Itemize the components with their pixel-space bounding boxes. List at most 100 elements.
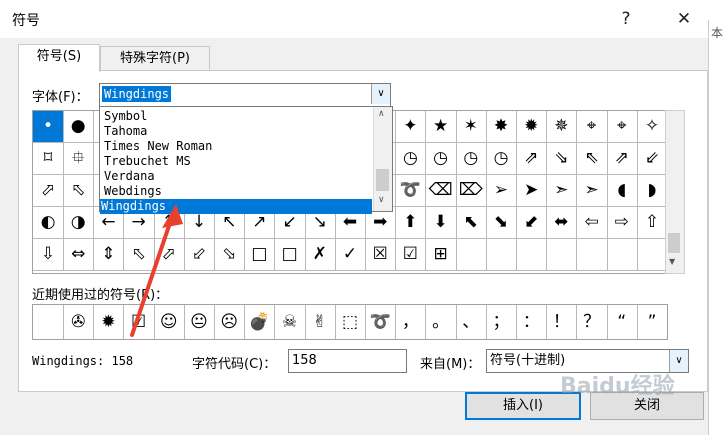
symbol-cell[interactable]: ➢ bbox=[486, 175, 517, 207]
symbol-cell[interactable]: ◷ bbox=[425, 143, 457, 175]
symbol-cell[interactable] bbox=[576, 239, 608, 271]
symbol-cell[interactable]: ⇗ bbox=[606, 143, 638, 175]
symbol-cell[interactable] bbox=[455, 239, 487, 271]
symbol-cell[interactable]: ⇕ bbox=[93, 239, 125, 271]
recent-symbol-cell[interactable]: “ bbox=[607, 305, 638, 339]
tab-symbols[interactable]: 符号(S) bbox=[18, 44, 100, 72]
dropdown-scroll-thumb[interactable] bbox=[376, 169, 389, 191]
recent-symbol-cell[interactable]: 、 bbox=[456, 305, 487, 339]
symbol-cell[interactable]: ✹ bbox=[516, 111, 548, 143]
recent-symbol-cell[interactable]: ☹ bbox=[214, 305, 246, 339]
recent-symbol-cell[interactable]: 😐 bbox=[184, 305, 215, 339]
recent-symbol-cell[interactable]: ☠ bbox=[275, 305, 306, 339]
symbol-cell[interactable] bbox=[606, 239, 638, 271]
symbol-cell[interactable]: ☒ bbox=[365, 239, 397, 271]
symbol-cell[interactable] bbox=[486, 239, 517, 271]
symbol-cell[interactable]: ⬁ bbox=[63, 175, 95, 207]
symbol-cell[interactable]: ⌦ bbox=[455, 175, 487, 207]
symbol-cell[interactable]: ⇩ bbox=[33, 239, 64, 271]
recent-symbol-cell[interactable]: ✹ bbox=[93, 305, 125, 339]
symbol-cell[interactable]: ⊞ bbox=[425, 239, 457, 271]
symbol-cell[interactable]: ◑ bbox=[63, 207, 95, 239]
tab-special-characters[interactable]: 特殊字符(P) bbox=[100, 46, 210, 71]
symbol-cell[interactable]: ⇗ bbox=[516, 143, 548, 175]
help-button[interactable]: ? bbox=[612, 6, 640, 32]
symbol-cell[interactable]: ✓ bbox=[335, 239, 366, 271]
symbol-cell[interactable]: ✦ bbox=[395, 111, 427, 143]
symbol-cell[interactable]: ⌖ bbox=[576, 111, 608, 143]
font-option[interactable]: Tahoma bbox=[103, 124, 370, 139]
font-option[interactable]: Webdings bbox=[103, 184, 370, 199]
recent-symbol-cell[interactable]: ， bbox=[395, 305, 427, 339]
symbol-cell[interactable]: ⬀ bbox=[33, 175, 64, 207]
font-option[interactable]: Times New Roman bbox=[103, 139, 370, 154]
symbol-cell[interactable]: ⌫ bbox=[425, 175, 457, 207]
grid-scrollbar[interactable]: ▼ bbox=[665, 110, 685, 274]
recent-symbol-cell[interactable]: ？ bbox=[577, 305, 608, 339]
symbol-cell[interactable]: ⬉ bbox=[455, 207, 487, 239]
symbol-cell[interactable]: ⌑ bbox=[33, 143, 64, 175]
symbol-cell[interactable]: ◷ bbox=[486, 143, 517, 175]
close-icon[interactable]: ✕ bbox=[670, 6, 698, 32]
symbol-cell[interactable]: ⬇ bbox=[425, 207, 457, 239]
symbol-cell[interactable]: ➣ bbox=[576, 175, 608, 207]
symbol-cell[interactable]: ⯐ bbox=[63, 143, 95, 175]
symbol-cell[interactable]: ⇖ bbox=[576, 143, 608, 175]
symbol-cell[interactable]: ◷ bbox=[395, 143, 427, 175]
font-option[interactable]: Verdana bbox=[103, 169, 370, 184]
recent-symbol-cell[interactable]: ☑ bbox=[124, 305, 155, 339]
symbol-cell[interactable]: ✧ bbox=[637, 111, 667, 143]
recent-symbol-cell[interactable] bbox=[33, 305, 64, 339]
symbol-cell[interactable]: ✸ bbox=[486, 111, 517, 143]
grid-scroll-thumb[interactable] bbox=[668, 233, 680, 253]
symbol-cell[interactable]: ⬃ bbox=[184, 239, 215, 271]
scroll-down-icon[interactable]: ▼ bbox=[669, 257, 675, 266]
recent-symbol-cell[interactable]: ✇ bbox=[63, 305, 95, 339]
recent-symbol-cell[interactable]: ” bbox=[637, 305, 667, 339]
chevron-down-icon[interactable]: ∨ bbox=[371, 84, 390, 104]
symbol-cell[interactable]: ⬋ bbox=[516, 207, 548, 239]
font-option[interactable]: Wingdings bbox=[100, 199, 372, 214]
recent-symbol-cell[interactable]: 。 bbox=[426, 305, 457, 339]
font-dropdown-list[interactable]: ∧ ∨ Symbol Tahoma Times New Roman Trebuchet… bbox=[99, 106, 393, 214]
symbol-cell[interactable]: ☑ bbox=[395, 239, 427, 271]
symbol-cell[interactable]: ⌖ bbox=[606, 111, 638, 143]
recent-symbol-cell[interactable]: ☺ bbox=[154, 305, 185, 339]
recent-symbol-cell[interactable]: ； bbox=[486, 305, 517, 339]
symbol-cell[interactable]: ➣ bbox=[546, 175, 578, 207]
symbol-cell[interactable]: ⬂ bbox=[214, 239, 246, 271]
char-code-input[interactable]: 158 bbox=[288, 349, 407, 373]
symbol-cell[interactable]: ◐ bbox=[33, 207, 64, 239]
symbol-cell[interactable]: □ bbox=[244, 239, 276, 271]
symbol-cell[interactable]: ✵ bbox=[546, 111, 578, 143]
font-option[interactable]: Trebuchet MS bbox=[103, 154, 370, 169]
recent-symbol-cell[interactable]: ✌ bbox=[305, 305, 336, 339]
symbol-cell[interactable]: ◗ bbox=[637, 175, 667, 207]
symbol-cell[interactable]: ⬊ bbox=[486, 207, 517, 239]
symbol-cell[interactable]: ⇔ bbox=[63, 239, 95, 271]
symbol-cell[interactable]: • bbox=[33, 111, 64, 143]
symbol-cell[interactable]: ⬌ bbox=[546, 207, 578, 239]
symbol-cell[interactable]: ⇙ bbox=[637, 143, 667, 175]
dropdown-scrollbar[interactable]: ∧ ∨ bbox=[373, 107, 392, 211]
font-combobox[interactable]: Wingdings ∨ bbox=[99, 83, 391, 107]
symbol-cell[interactable]: ⬆ bbox=[395, 207, 427, 239]
symbol-cell[interactable]: ⬁ bbox=[123, 239, 155, 271]
symbol-cell[interactable]: ⇘ bbox=[546, 143, 578, 175]
symbol-cell[interactable]: ★ bbox=[425, 111, 457, 143]
symbol-cell[interactable]: ● bbox=[63, 111, 95, 143]
symbol-cell[interactable]: ➰ bbox=[395, 175, 427, 207]
scroll-up-icon[interactable]: ∧ bbox=[378, 109, 385, 119]
scroll-down-icon[interactable]: ∨ bbox=[378, 195, 385, 205]
recent-symbols[interactable]: ✇ ✹ ☑ ☺ 😐 ☹ 💣 ☠ ✌ ⬚ ➰，。、；：！？ “” bbox=[32, 304, 668, 340]
symbol-cell[interactable]: □ bbox=[274, 239, 306, 271]
symbol-cell[interactable] bbox=[546, 239, 578, 271]
symbol-cell[interactable]: ➤ bbox=[516, 175, 548, 207]
symbol-cell[interactable]: ⇦ bbox=[576, 207, 608, 239]
symbol-cell[interactable]: ⇨ bbox=[606, 207, 638, 239]
symbol-cell[interactable]: ⬀ bbox=[153, 239, 185, 271]
symbol-cell[interactable]: ⇧ bbox=[637, 207, 667, 239]
recent-symbol-cell[interactable]: ！ bbox=[546, 305, 578, 339]
symbol-cell[interactable]: ◷ bbox=[455, 143, 487, 175]
symbol-cell[interactable]: ✗ bbox=[304, 239, 336, 271]
